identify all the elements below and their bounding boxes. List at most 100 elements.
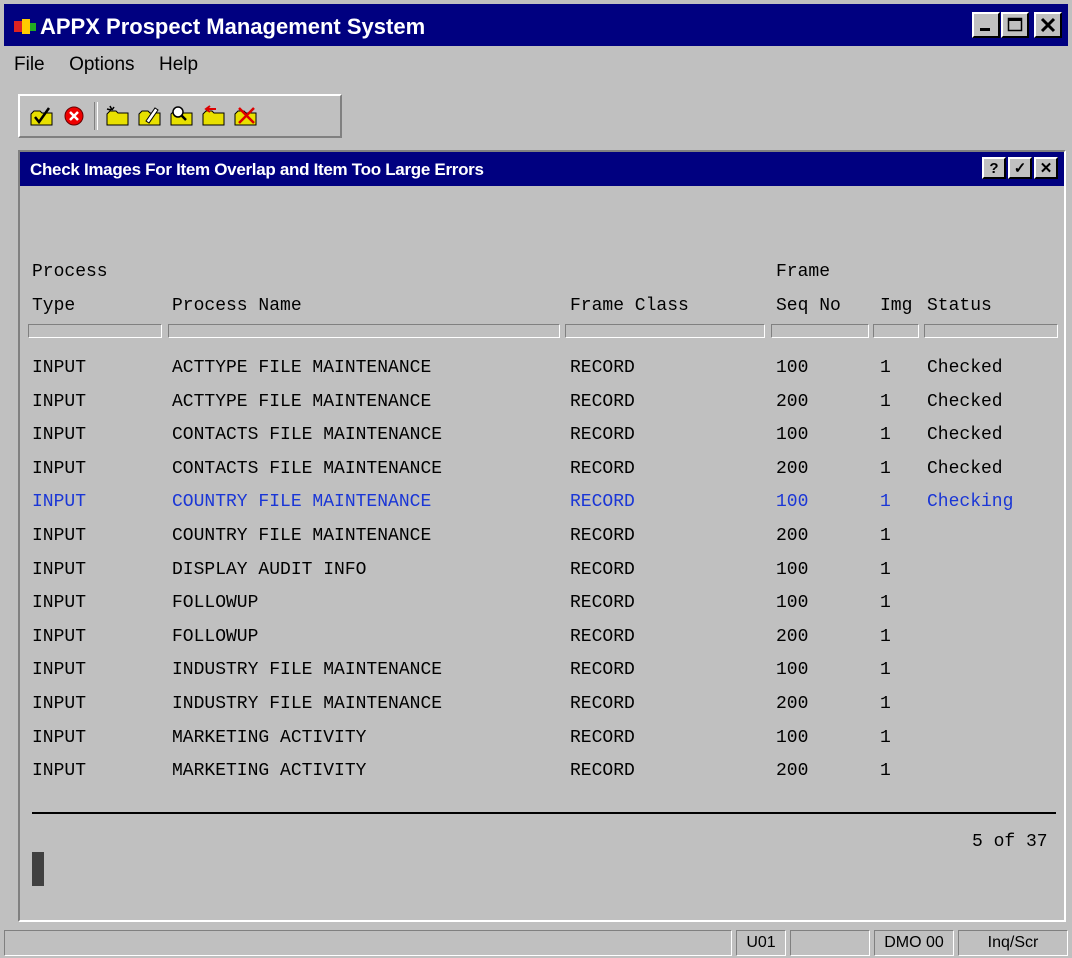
app-window: APPX Prospect Management System File Opt… [0, 0, 1072, 958]
table-row[interactable]: INPUT COUNTRY FILE MAINTENANCE RECORD 100 1 C… [20, 492, 1060, 525]
table-row[interactable]: INPUT INDUSTRY FILE MAINTENANCE RECORD 100 1 [20, 660, 1060, 693]
cell-seq-no: 100 [776, 727, 809, 748]
cell-type: INPUT [32, 425, 87, 446]
table-row[interactable]: INPUT FOLLOWUP RECORD 100 1 [20, 593, 1060, 626]
table-row[interactable]: INPUT MARKETING ACTIVITY RECORD 100 1 [20, 728, 1060, 761]
back-folder-icon[interactable] [202, 105, 226, 127]
dialog-panel: Check Images For Item Overlap and Item T… [18, 150, 1066, 922]
status-empty [790, 930, 870, 956]
cell-frame-class: RECORD [570, 358, 635, 378]
search-folder-icon[interactable] [170, 105, 194, 127]
close-icon [1040, 17, 1056, 33]
edit-folder-icon[interactable] [138, 105, 162, 127]
cell-type: INPUT [32, 727, 87, 748]
table-row[interactable]: INPUT ACTTYPE FILE MAINTENANCE RECORD 200 1 C… [20, 392, 1060, 425]
status-bar: U01 DMO 00 Inq/Scr [0, 928, 1072, 958]
header-seq-no: Seq No [776, 296, 841, 316]
filter-type[interactable] [28, 324, 162, 338]
toolbar [18, 94, 342, 138]
cell-process-name: CONTACTS FILE MAINTENANCE [172, 458, 443, 479]
header-frame-class: Frame Class [570, 296, 689, 316]
cell-type: INPUT [32, 761, 87, 782]
title-bar[interactable]: APPX Prospect Management System [4, 4, 1068, 46]
filter-img[interactable] [873, 324, 919, 338]
filter-process-name[interactable] [168, 324, 560, 338]
cell-type: INPUT [32, 526, 87, 546]
cell-type: INPUT [32, 458, 87, 479]
cell-frame-class: RECORD [570, 694, 635, 714]
header-process: Process [32, 262, 108, 282]
header-process-name: Process Name [172, 296, 302, 316]
cell-status: Checked [927, 391, 1003, 412]
filter-status[interactable] [924, 324, 1058, 338]
menu-options[interactable]: Options [59, 50, 144, 76]
table-row[interactable]: INPUT FOLLOWUP RECORD 200 1 [20, 627, 1060, 660]
cell-process-name: COUNTRY FILE MAINTENANCE [172, 492, 432, 513]
delete-folder-icon[interactable] [234, 105, 258, 127]
cell-frame-class: RECORD [570, 391, 635, 412]
cell-img: 1 [880, 559, 891, 580]
cell-seq-no: 100 [776, 425, 809, 446]
header-status: Status [927, 296, 992, 316]
menu-file[interactable]: File [4, 50, 55, 76]
minimize-button[interactable] [972, 12, 1000, 38]
dialog-close-button[interactable]: ✕ [1034, 157, 1058, 179]
cell-process-name: FOLLOWUP [172, 626, 259, 647]
close-button[interactable] [1034, 12, 1062, 38]
cell-img: 1 [880, 425, 891, 446]
ok-button[interactable]: ✓ [1008, 157, 1032, 179]
cell-process-name: DISPLAY AUDIT INFO [172, 559, 367, 580]
cell-img: 1 [880, 492, 891, 513]
cell-seq-no: 100 [776, 358, 809, 378]
cell-type: INPUT [32, 391, 87, 412]
cell-type: INPUT [32, 492, 87, 513]
cell-status: Checked [927, 425, 1003, 446]
table-bottom-divider [32, 812, 1056, 814]
cell-process-name: COUNTRY FILE MAINTENANCE [172, 526, 432, 546]
cell-process-name: INDUSTRY FILE MAINTENANCE [172, 694, 443, 714]
cell-img: 1 [880, 761, 891, 782]
table-row[interactable]: INPUT DISPLAY AUDIT INFO RECORD 100 1 [20, 560, 1060, 593]
cell-img: 1 [880, 660, 891, 681]
cell-img: 1 [880, 526, 891, 546]
cell-process-name: MARKETING ACTIVITY [172, 727, 367, 748]
table-row[interactable]: INPUT CONTACTS FILE MAINTENANCE RECORD 100 1… [20, 425, 1060, 458]
cell-seq-no: 200 [776, 694, 809, 714]
cell-status: Checked [927, 358, 1003, 378]
maximize-button[interactable] [1001, 12, 1029, 38]
cell-type: INPUT [32, 559, 87, 580]
appx-logo-icon [14, 19, 36, 34]
cell-seq-no: 100 [776, 492, 809, 513]
table-row[interactable]: INPUT INDUSTRY FILE MAINTENANCE RECORD 200 1 [20, 694, 1060, 727]
filter-frame-class[interactable] [565, 324, 765, 338]
cell-process-name: FOLLOWUP [172, 593, 259, 614]
cancel-icon[interactable] [62, 105, 86, 127]
dialog-title-bar: Check Images For Item Overlap and Item T… [20, 152, 1064, 186]
table-row[interactable]: INPUT CONTACTS FILE MAINTENANCE RECORD 200 1… [20, 459, 1060, 492]
cell-process-name: CONTACTS FILE MAINTENANCE [172, 425, 443, 446]
help-button[interactable]: ? [982, 157, 1006, 179]
header-img: Img [880, 296, 913, 316]
cell-img: 1 [880, 358, 891, 378]
minimize-icon [980, 28, 990, 31]
status-mode: Inq/Scr [958, 930, 1068, 956]
menu-help[interactable]: Help [149, 50, 208, 76]
cell-type: INPUT [32, 660, 87, 681]
cell-frame-class: RECORD [570, 559, 635, 580]
status-message [4, 930, 732, 956]
menu-bar: File Options Help [4, 50, 1068, 84]
table-row[interactable]: INPUT MARKETING ACTIVITY RECORD 200 1 [20, 761, 1060, 794]
table-row[interactable]: INPUT ACTTYPE FILE MAINTENANCE RECORD 100 1 C… [20, 358, 1060, 391]
cell-seq-no: 200 [776, 391, 809, 412]
cell-seq-no: 200 [776, 761, 809, 782]
check-folder-icon[interactable] [30, 105, 54, 127]
table-row[interactable]: INPUT COUNTRY FILE MAINTENANCE RECORD 200 1 [20, 526, 1060, 559]
new-folder-icon[interactable] [106, 105, 130, 127]
cell-frame-class: RECORD [570, 727, 635, 748]
cell-type: INPUT [32, 358, 87, 378]
cell-process-name: INDUSTRY FILE MAINTENANCE [172, 660, 443, 681]
filter-seq-no[interactable] [771, 324, 869, 338]
cell-seq-no: 200 [776, 458, 809, 479]
cell-img: 1 [880, 694, 891, 714]
cell-frame-class: RECORD [570, 626, 635, 647]
